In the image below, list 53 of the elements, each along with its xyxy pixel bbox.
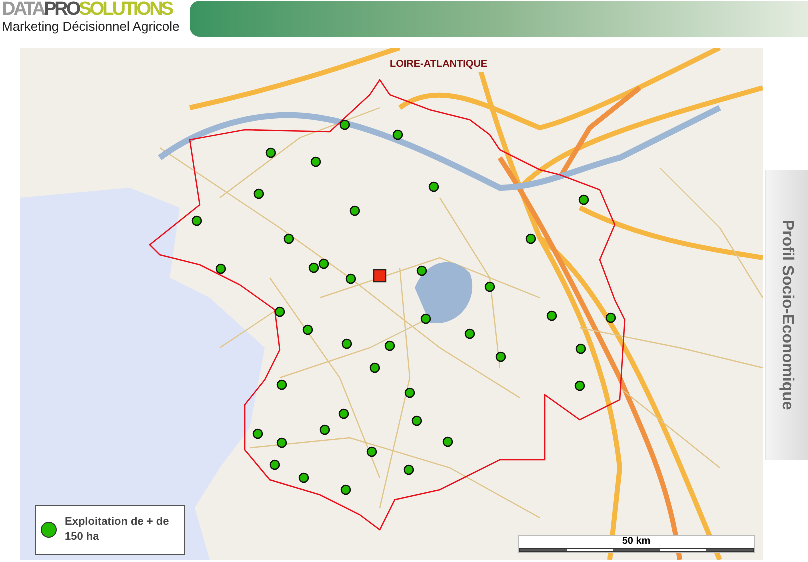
farm-marker (342, 338, 352, 350)
farm-marker (298, 472, 310, 484)
side-tab-label: Profil Socio-Economique (778, 220, 797, 410)
farm-marker (392, 130, 404, 140)
farm-marker (276, 380, 288, 390)
region-label: LOIRE-ATLANTIQUE (390, 57, 488, 72)
farm-marker (496, 352, 506, 362)
farm-marker (420, 314, 432, 324)
farm-marker (546, 310, 558, 322)
farm-marker (526, 234, 536, 244)
farm-marker (412, 416, 422, 426)
farm-marker (404, 464, 414, 476)
farm-marker (484, 282, 496, 292)
location-marker (373, 269, 387, 283)
farm-marker (350, 206, 360, 216)
farm-marker (274, 306, 286, 318)
farm-marker (254, 188, 264, 200)
farm-marker (308, 262, 320, 274)
logo-tagline: Marketing Décisionnel Agricole (2, 20, 178, 33)
farm-marker (310, 156, 322, 168)
farm-marker (266, 148, 276, 158)
farm-marker (606, 312, 616, 324)
farm-marker (578, 194, 590, 206)
farm-marker (404, 388, 416, 398)
farm-marker (252, 428, 264, 440)
legend-label: Exploitation de + de 150 ha (65, 515, 170, 545)
farm-marker (428, 182, 440, 192)
farm-marker (574, 380, 586, 392)
farm-marker (340, 484, 352, 496)
lake-drawing (415, 262, 473, 324)
farm-marker (576, 344, 586, 354)
farm-marker (340, 120, 350, 130)
farm-marker (366, 446, 378, 458)
farm-marker (370, 362, 380, 374)
farm-marker (270, 460, 280, 470)
farm-marker (284, 234, 294, 244)
farm-marker (442, 436, 454, 448)
farm-marker (338, 408, 350, 420)
logo-text: PRO (44, 0, 80, 19)
farm-marker (302, 324, 314, 336)
farm-marker (384, 340, 396, 352)
farm-marker (320, 424, 330, 436)
scale-label: 50 km (621, 536, 652, 548)
farm-marker (416, 266, 428, 276)
farm-marker (464, 328, 476, 340)
side-tab[interactable]: Profil Socio-Economique (765, 170, 808, 460)
logo-text: SOLUTIONS (79, 0, 172, 19)
farm-marker (276, 438, 288, 448)
logo-text: DATA (2, 0, 44, 19)
farm-marker (192, 216, 202, 226)
farm-marker (216, 264, 226, 274)
farm-marker (346, 274, 356, 284)
farm-marker (318, 258, 330, 270)
